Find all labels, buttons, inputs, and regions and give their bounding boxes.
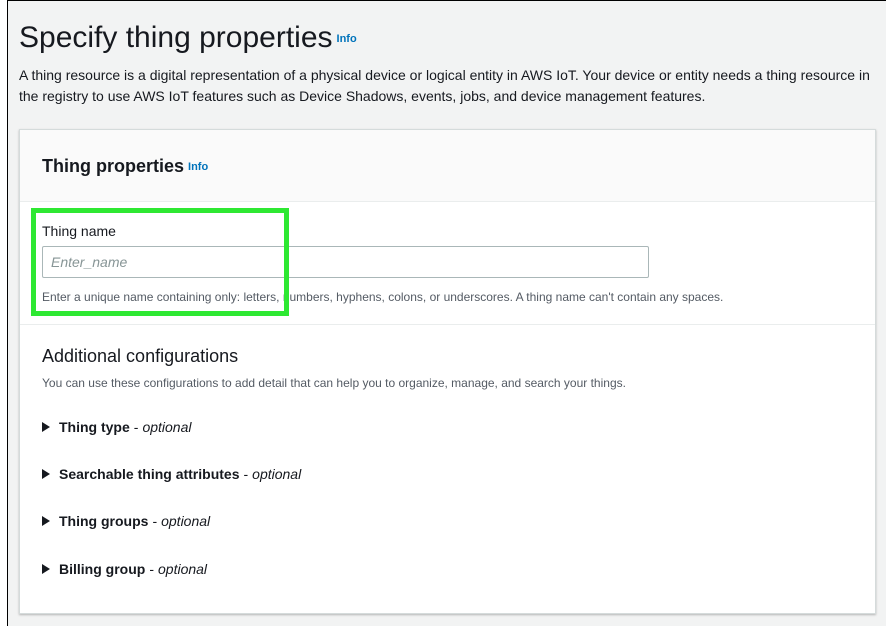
expander-optional: optional bbox=[142, 419, 192, 435]
expander-searchable-thing-attributes[interactable]: Searchable thing attributes - optional bbox=[42, 466, 301, 482]
expander-optional: optional bbox=[161, 513, 211, 529]
expander-dash: - bbox=[152, 513, 158, 529]
caret-right-icon bbox=[42, 516, 50, 526]
expander-thing-type[interactable]: Thing type - optional bbox=[42, 419, 192, 435]
page-title: Specify thing properties Info bbox=[19, 20, 357, 57]
expander-thing-groups[interactable]: Thing groups - optional bbox=[42, 513, 210, 529]
thing-name-label: Thing name bbox=[42, 223, 116, 239]
container-title: Thing properties Info bbox=[42, 156, 208, 177]
page-info-link[interactable]: Info bbox=[337, 33, 357, 45]
expander-dash: - bbox=[243, 466, 249, 482]
expander-optional: optional bbox=[158, 561, 208, 577]
additional-configurations-title: Additional configurations bbox=[42, 346, 239, 366]
container-title-text: Thing properties bbox=[42, 156, 185, 176]
thing-name-hint: Enter a unique name containing only: let… bbox=[42, 290, 724, 304]
caret-right-icon bbox=[42, 564, 50, 574]
expander-label: Thing groups bbox=[59, 513, 149, 529]
page-frame: Specify thing properties Info A thing res… bbox=[7, 0, 886, 626]
caret-right-icon bbox=[42, 469, 50, 479]
page-title-text: Specify thing properties bbox=[19, 21, 333, 54]
container-header: Thing properties Info bbox=[20, 130, 875, 202]
thing-properties-container: Thing propertiesInfo Thing name Enter a … bbox=[19, 129, 876, 614]
expander-label: Searchable thing attributes bbox=[59, 466, 240, 482]
expander-label: Thing type bbox=[59, 419, 130, 435]
expander-label: Billing group bbox=[59, 561, 146, 577]
thing-name-section: Thing name Enter a unique name containin… bbox=[20, 202, 875, 325]
container-info-link[interactable]: Info bbox=[188, 161, 208, 173]
expander-dash: - bbox=[133, 419, 139, 435]
thing-name-input[interactable] bbox=[42, 246, 649, 278]
expander-billing-group[interactable]: Billing group - optional bbox=[42, 561, 207, 577]
expander-dash: - bbox=[149, 561, 154, 577]
additional-configurations-description: You can use these configurations to add … bbox=[42, 376, 626, 390]
page-description: A thing resource is a digital representa… bbox=[19, 67, 870, 104]
expander-optional: optional bbox=[252, 466, 302, 482]
caret-right-icon bbox=[42, 422, 50, 432]
